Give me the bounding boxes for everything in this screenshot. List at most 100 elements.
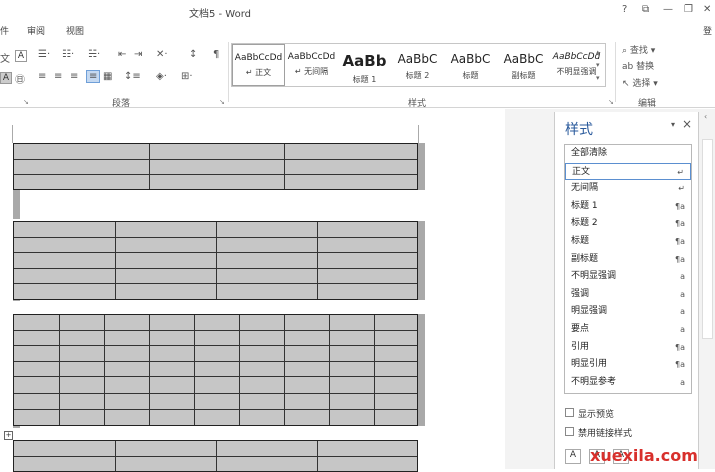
- style-list-item[interactable]: 全部清除: [565, 145, 691, 163]
- pane-title: 样式: [565, 122, 593, 138]
- style-list-label: 标题: [571, 236, 590, 246]
- distributed-icon[interactable]: ▦: [103, 71, 112, 82]
- font-launcher-icon[interactable]: ↘: [23, 98, 29, 106]
- table-3[interactable]: [13, 314, 418, 426]
- maximize-button[interactable]: ❐: [684, 4, 693, 15]
- show-marks-icon[interactable]: ¶: [213, 49, 219, 60]
- style-name: 标题 2: [405, 71, 430, 80]
- increase-indent-icon[interactable]: ⇥: [134, 49, 142, 60]
- show-preview-label: 显示预览: [578, 410, 615, 420]
- style-gallery-item[interactable]: AaBbC 标题: [444, 44, 497, 86]
- style-name: 标题: [462, 71, 479, 80]
- style-list: 全部清除 正文 ↵ 无间隔 ↵ 标题 1 ¶a 标题 2 ¶a 标题 ¶a 副标题 ¶a 不明显强调 a 强调…: [564, 144, 692, 394]
- styles-pane: 样式 ▾ × 全部清除 正文 ↵ 无间隔 ↵ 标题 1 ¶a 标题 2 ¶a 标题 ¶a 副标题 ¶a 不…: [554, 112, 699, 469]
- style-list-label: 强调: [571, 288, 590, 299]
- style-list-item[interactable]: 标题 1 ¶a: [565, 198, 691, 216]
- char-shading-icon[interactable]: A: [0, 72, 12, 84]
- style-type-icon: a: [680, 377, 685, 387]
- style-preview: AaBbCcDd: [287, 52, 336, 62]
- ribbon-display-button[interactable]: ⧉: [642, 4, 649, 15]
- align-left-icon[interactable]: ≡: [38, 71, 46, 82]
- style-list-item[interactable]: 明显强调 a: [565, 303, 691, 321]
- align-center-icon[interactable]: ≡: [54, 71, 62, 82]
- enclose-char-icon[interactable]: ㊐: [15, 71, 25, 86]
- numbering-icon[interactable]: ☷·: [62, 49, 74, 60]
- style-list-item[interactable]: 引用 ¶a: [565, 339, 691, 357]
- borders-icon[interactable]: ⊞·: [181, 71, 193, 82]
- watermark: xuexila.com: [590, 446, 698, 465]
- minimize-button[interactable]: —: [663, 4, 673, 15]
- style-list-item[interactable]: 副标题 ¶a: [565, 251, 691, 269]
- close-button[interactable]: ✕: [703, 4, 711, 15]
- sort-icon[interactable]: ↕: [189, 49, 197, 60]
- multilevel-list-icon[interactable]: ☵·: [88, 49, 100, 60]
- style-list-item[interactable]: 正文 ↵: [565, 162, 691, 181]
- style-type-icon: a: [680, 307, 685, 317]
- pane-options-icon[interactable]: ▾: [671, 120, 675, 129]
- tab-review[interactable]: 审阅: [27, 24, 45, 37]
- show-preview-checkbox[interactable]: [565, 408, 574, 417]
- table-end-bar: [418, 314, 425, 426]
- style-gallery[interactable]: AaBbCcDd ↵ 正文 AaBbCcDd ↵ 无间隔 AaBb 标题 1 AaBbC 标题…: [231, 43, 606, 87]
- tab-file[interactable]: 件: [0, 24, 9, 37]
- style-list-item[interactable]: 标题 ¶a: [565, 233, 691, 251]
- style-list-label: 正文: [572, 166, 591, 177]
- pane-close-icon[interactable]: ×: [682, 117, 692, 131]
- help-button[interactable]: ?: [622, 4, 627, 15]
- style-list-item[interactable]: 无间隔 ↵: [565, 180, 691, 198]
- style-type-icon: a: [680, 272, 685, 282]
- style-list-item[interactable]: 明显引用 ¶a: [565, 356, 691, 374]
- bullets-icon[interactable]: ☰·: [38, 49, 50, 60]
- style-list-label: 全部清除: [571, 148, 608, 158]
- phonetic-icon[interactable]: 文: [0, 50, 10, 65]
- decrease-indent-icon[interactable]: ⇤: [118, 49, 126, 60]
- align-right-icon[interactable]: ≡: [70, 71, 78, 82]
- style-list-item[interactable]: 强调 a: [565, 286, 691, 304]
- style-preview: AaBbCcDd: [234, 53, 283, 63]
- chinese-layout-icon[interactable]: ✕·: [156, 49, 168, 60]
- scroll-thumb[interactable]: [702, 139, 713, 339]
- select-button[interactable]: ↖ 选择 ▾: [622, 76, 658, 89]
- style-gallery-item[interactable]: AaBbC 副标题: [497, 44, 550, 86]
- style-list-label: 标题 2: [571, 218, 598, 229]
- line-spacing-icon[interactable]: ↕≡: [124, 71, 141, 82]
- replace-button[interactable]: ab 替换: [622, 59, 654, 72]
- title-bar: 文档5 - Word ? ⧉ — ❐ ✕: [0, 0, 715, 22]
- style-gallery-item[interactable]: AaBbCcDd ↵ 正文: [232, 44, 285, 86]
- style-gallery-item[interactable]: AaBbC 标题 2: [391, 44, 444, 86]
- styles-launcher-icon[interactable]: ↘: [608, 98, 614, 106]
- table-4[interactable]: [13, 440, 418, 472]
- style-type-icon: ↵: [677, 167, 684, 177]
- style-gallery-item[interactable]: AaBb 标题 1: [338, 44, 391, 86]
- scroll-up-icon[interactable]: ‹: [704, 112, 707, 121]
- style-preview: AaBbC: [450, 52, 491, 66]
- style-list-item[interactable]: 不明显强调 a: [565, 268, 691, 286]
- page-corner-mark: [418, 125, 419, 143]
- table-move-handle-icon[interactable]: +: [4, 431, 13, 440]
- justify-icon[interactable]: ≡: [86, 70, 101, 83]
- style-list-item[interactable]: 不明显参考 a: [565, 374, 691, 392]
- style-gallery-item[interactable]: AaBbCcDd ↵ 无间隔: [285, 44, 338, 86]
- style-preview: AaBbC: [503, 52, 544, 66]
- style-list-item[interactable]: 要点 a: [565, 321, 691, 339]
- table-2[interactable]: [13, 221, 418, 300]
- login-link[interactable]: 登: [703, 24, 712, 37]
- style-type-icon: ¶a: [675, 237, 685, 246]
- shading-icon[interactable]: ◈·: [156, 71, 167, 82]
- disable-linked-checkbox[interactable]: [565, 427, 574, 436]
- new-style-icon[interactable]: A: [565, 449, 581, 464]
- style-type-icon: a: [680, 289, 685, 299]
- vertical-scrollbar[interactable]: ‹: [700, 109, 715, 469]
- table-1[interactable]: [13, 143, 418, 190]
- gallery-scroll-icon[interactable]: ▴ ▾ ▾: [596, 46, 605, 85]
- document-canvas[interactable]: +: [0, 109, 505, 472]
- char-border-icon[interactable]: A: [15, 50, 27, 62]
- group-divider: [228, 42, 229, 102]
- tab-view[interactable]: 视图: [66, 24, 84, 37]
- window-title: 文档5 - Word: [188, 9, 252, 20]
- style-list-item[interactable]: 标题 2 ¶a: [565, 215, 691, 233]
- style-list-label: 明显引用: [571, 359, 608, 370]
- paragraph-launcher-icon[interactable]: ↘: [219, 98, 225, 106]
- find-button[interactable]: ⌕ 查找 ▾: [622, 43, 655, 56]
- style-list-label: 要点: [571, 324, 590, 334]
